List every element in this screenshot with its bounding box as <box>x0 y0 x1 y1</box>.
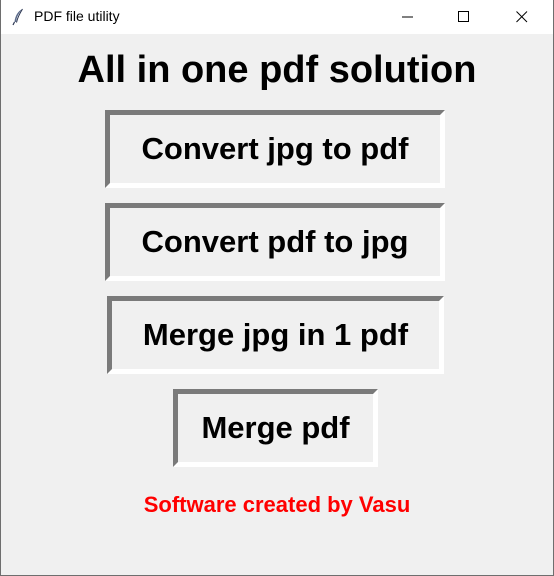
maximize-button[interactable] <box>441 0 487 34</box>
merge-pdf-button[interactable]: Merge pdf <box>173 389 378 467</box>
minimize-icon <box>402 16 413 18</box>
close-button[interactable] <box>499 0 545 34</box>
window-title: PDF file utility <box>34 8 120 24</box>
author-credit: Software created by Vasu <box>143 492 411 517</box>
main-panel: All in one pdf solution Convert jpg to p… <box>1 34 553 575</box>
minimize-button[interactable] <box>385 0 431 34</box>
app-window: PDF file utility All in one pdf solution… <box>0 0 554 576</box>
feather-icon <box>10 8 26 26</box>
maximize-icon <box>458 11 469 22</box>
page-title: All in one pdf solution <box>77 49 477 91</box>
convert-pdf-to-jpg-button[interactable]: Convert pdf to jpg <box>105 203 445 281</box>
merge-jpg-to-pdf-button[interactable]: Merge jpg in 1 pdf <box>107 296 444 374</box>
close-icon <box>516 11 528 23</box>
convert-jpg-to-pdf-button[interactable]: Convert jpg to pdf <box>105 110 445 188</box>
title-bar[interactable]: PDF file utility <box>1 0 553 34</box>
